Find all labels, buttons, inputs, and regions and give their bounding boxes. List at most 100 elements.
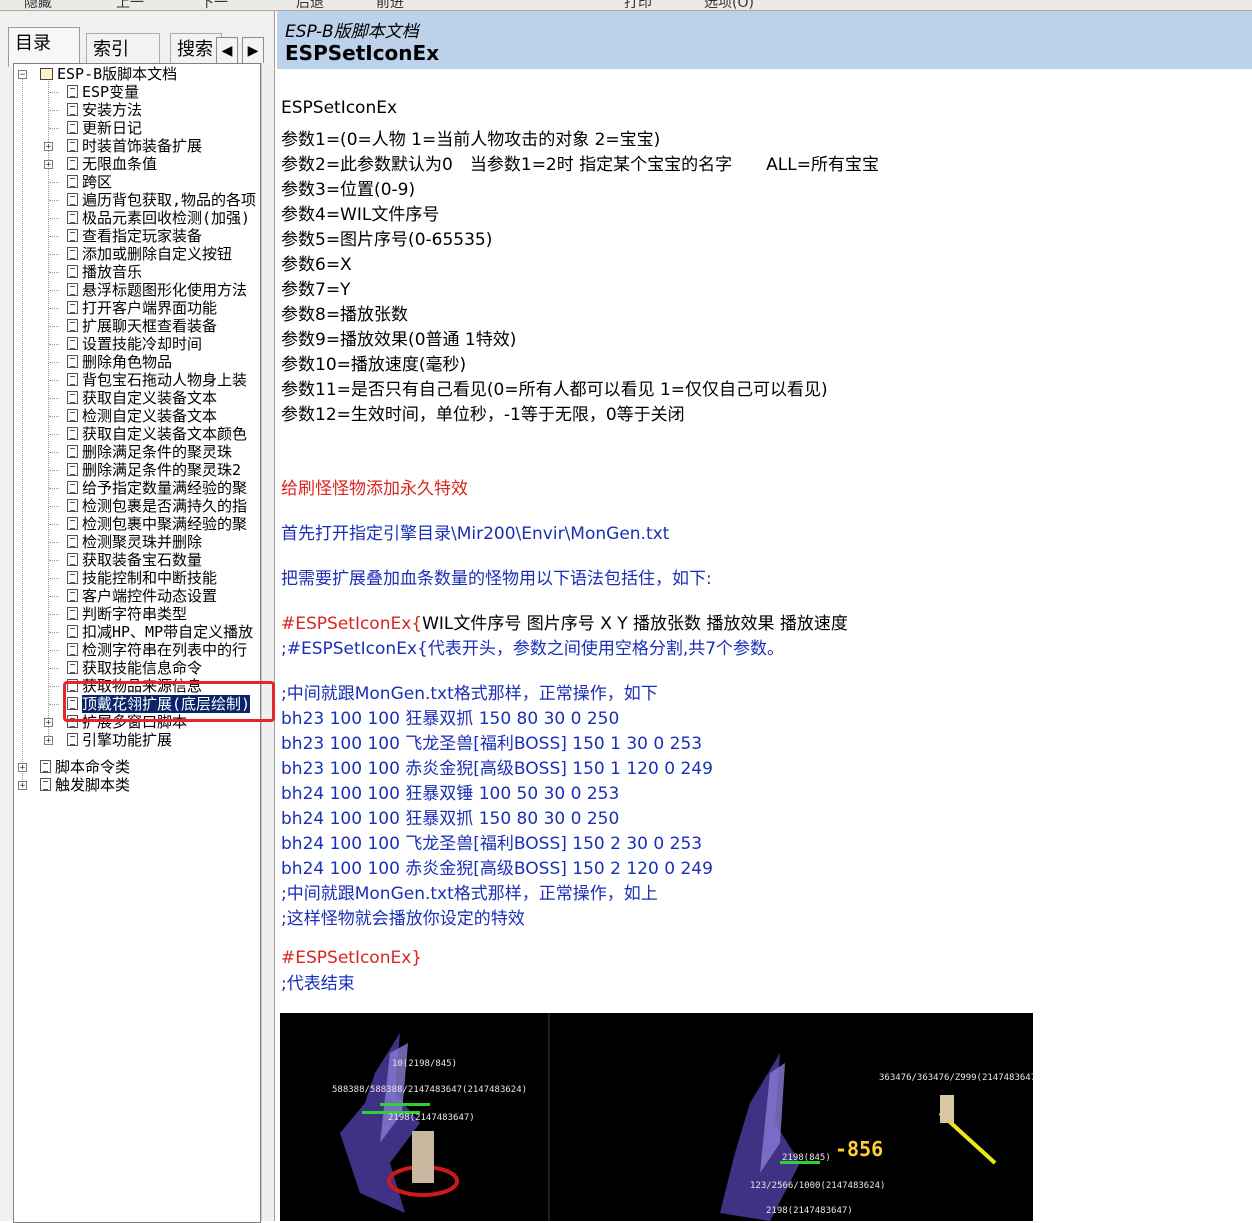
tree-scrollbar[interactable] bbox=[261, 63, 272, 1221]
tree-item[interactable]: 检测自定义装备文本 bbox=[67, 407, 217, 425]
tree-item[interactable]: 删除满足条件的聚灵珠 bbox=[67, 443, 232, 461]
tree-item[interactable]: 获取技能信息命令 bbox=[67, 659, 202, 677]
tree-item[interactable]: 获取自定义装备文本 bbox=[67, 389, 217, 407]
expand-icon[interactable]: + bbox=[44, 736, 53, 746]
tree-guide-line bbox=[49, 596, 59, 597]
tree-item[interactable]: 扩展聊天框查看装备 bbox=[67, 317, 217, 335]
tree-item-label: 获取自定义装备文本 bbox=[82, 389, 218, 407]
tree-item-label: 背包宝石拖动人物身上装 bbox=[82, 371, 248, 389]
tree-root[interactable]: ESP-B版脚本文档 bbox=[40, 65, 177, 83]
tree-item-label: 安装方法 bbox=[82, 101, 143, 119]
tree-item-label: 无限血条值 bbox=[82, 155, 158, 173]
tree-item[interactable]: 遍历背包获取,物品的各项 bbox=[67, 191, 256, 209]
left-hp-text: 588388/588388/2147483647(2147483624) bbox=[332, 1085, 528, 1095]
page-icon bbox=[67, 643, 78, 656]
syntax-open-tag: #ESPSetIconEx{ bbox=[281, 614, 423, 634]
tree-guide-line bbox=[49, 524, 59, 525]
tree-item[interactable]: 检测聚灵珠并删除 bbox=[67, 533, 202, 551]
tree-guide-line bbox=[49, 470, 59, 471]
tree-item[interactable]: 背包宝石拖动人物身上装 bbox=[67, 371, 247, 389]
page-icon bbox=[67, 535, 78, 548]
tree-item[interactable]: 设置技能冷却时间 bbox=[67, 335, 202, 353]
toolbar-next-button[interactable]: 下一 bbox=[200, 0, 228, 10]
tree-item[interactable]: 检测包裹是否满持久的指 bbox=[67, 497, 247, 515]
tab-index[interactable]: 索引(N) bbox=[86, 33, 160, 92]
tree-item[interactable]: 客户端控件动态设置 bbox=[67, 587, 217, 605]
tree-guide-line bbox=[49, 308, 59, 309]
toolbar-print-button[interactable]: 打印 bbox=[624, 0, 652, 10]
function-name: ESPSetIconEx bbox=[281, 98, 398, 118]
page-icon bbox=[67, 301, 78, 314]
tree-item[interactable]: 检测包裹中聚满经验的聚 bbox=[67, 515, 247, 533]
page-icon bbox=[67, 391, 78, 404]
page-icon bbox=[67, 265, 78, 278]
end-note: ;代表结束 bbox=[281, 974, 355, 994]
page-icon bbox=[40, 760, 51, 773]
tree-item[interactable]: ESP变量 bbox=[67, 83, 139, 101]
toolbar-hide-button[interactable]: 隐藏 bbox=[24, 0, 52, 10]
tree-item[interactable]: 时装首饰装备扩展 bbox=[67, 137, 202, 155]
expand-icon[interactable]: + bbox=[44, 142, 53, 152]
tree-item[interactable]: 极品元素回收检测(加强) bbox=[67, 209, 250, 227]
page-icon bbox=[67, 661, 78, 674]
tree-item[interactable]: 播放音乐 bbox=[67, 263, 142, 281]
tree-guide-line bbox=[49, 686, 59, 687]
tree-guide-line bbox=[48, 78, 49, 744]
tree-item-label: 播放音乐 bbox=[82, 263, 143, 281]
tab-search[interactable]: 搜索 bbox=[170, 33, 222, 65]
expand-icon[interactable]: + bbox=[18, 781, 27, 791]
tree-item[interactable]: 悬浮标题图形化使用方法 bbox=[67, 281, 247, 299]
navigation-pane: 目录(C) 索引(N) 搜索 ◀ ▶ − ESP-B版脚本文档 ESP变量安装方… bbox=[0, 11, 275, 1223]
tab-scroll-right-icon[interactable]: ▶ bbox=[242, 37, 264, 65]
tree-item-label: 打开客户端界面功能 bbox=[82, 299, 218, 317]
tree-item[interactable]: 删除角色物品 bbox=[67, 353, 172, 371]
contents-tree: − ESP-B版脚本文档 ESP变量 安装方法 更新日记 + 时装首饰装备扩展 + 无限血条… bbox=[13, 63, 261, 1223]
syntax-note: ;#ESPSetIconEx{代表开头，参数之间使用空格分割,共7个参数。 bbox=[281, 639, 785, 659]
tree-root-label: ESP-B版脚本文档 bbox=[57, 65, 178, 83]
tree-item[interactable]: 判断字符串类型 bbox=[67, 605, 187, 623]
toolbar-options-button[interactable]: 选项(O) bbox=[704, 0, 754, 10]
tree-item-script-commands[interactable]: 脚本命令类 bbox=[40, 758, 130, 776]
tree-item[interactable]: 给予指定数量满经验的聚 bbox=[67, 479, 247, 497]
expand-icon[interactable]: + bbox=[44, 718, 53, 728]
tree-item[interactable]: 安装方法 bbox=[67, 101, 142, 119]
expand-icon[interactable]: + bbox=[44, 160, 53, 170]
tree-item-label: 引擎功能扩展 bbox=[82, 731, 173, 749]
tree-item[interactable]: 引擎功能扩展 bbox=[67, 731, 172, 749]
left-level-text: 2198(2147483647) bbox=[388, 1113, 475, 1123]
tree-item[interactable]: 无限血条值 bbox=[67, 155, 157, 173]
tree-item-label: 获取装备宝石数量 bbox=[82, 551, 203, 569]
red-highlight-annotation bbox=[63, 681, 275, 722]
tree-item-trigger-scripts[interactable]: 触发脚本类 bbox=[40, 776, 130, 794]
tree-item[interactable]: 扣减HP、MP带自定义播放 bbox=[67, 623, 253, 641]
tree-item-label: 给予指定数量满经验的聚 bbox=[82, 479, 248, 497]
tree-item[interactable]: 打开客户端界面功能 bbox=[67, 299, 217, 317]
expand-icon[interactable]: + bbox=[18, 763, 27, 773]
tree-item-label: 查看指定玩家装备 bbox=[82, 227, 203, 245]
collapse-icon[interactable]: − bbox=[18, 70, 27, 80]
tree-item-label: 添加或删除自定义按钮 bbox=[82, 245, 233, 263]
tree-item[interactable]: 获取自定义装备文本颜色 bbox=[67, 425, 247, 443]
tree-guide-line bbox=[49, 416, 59, 417]
tab-contents[interactable]: 目录(C) bbox=[8, 27, 80, 86]
tree-item[interactable]: 技能控制和中断技能 bbox=[67, 569, 217, 587]
tree-item[interactable]: 添加或删除自定义按钮 bbox=[67, 245, 232, 263]
page-icon bbox=[67, 157, 78, 170]
tree-item[interactable]: 更新日记 bbox=[67, 119, 142, 137]
book-icon bbox=[40, 68, 53, 80]
toolbar-prev-button[interactable]: 上一 bbox=[116, 0, 144, 10]
tree-item[interactable]: 查看指定玩家装备 bbox=[67, 227, 202, 245]
mongen-line: bh23 100 100 赤炎金猊[高级BOSS] 150 1 120 0 24… bbox=[281, 759, 713, 779]
damage-number: -856 bbox=[835, 1137, 884, 1161]
page-icon bbox=[67, 427, 78, 440]
tab-scroll-left-icon[interactable]: ◀ bbox=[216, 37, 238, 65]
tree-item[interactable]: 检测字符串在列表中的行 bbox=[67, 641, 247, 659]
tree-item[interactable]: 跨区 bbox=[67, 173, 112, 191]
toolbar-forward-button[interactable]: 前进 bbox=[376, 0, 404, 10]
tab-search-label: 搜索 bbox=[177, 39, 213, 60]
tree-item[interactable]: 获取装备宝石数量 bbox=[67, 551, 202, 569]
tree-item[interactable]: 删除满足条件的聚灵珠2 bbox=[67, 461, 241, 479]
tree-guide-line bbox=[49, 380, 59, 381]
tree-item-label: 技能控制和中断技能 bbox=[82, 569, 218, 587]
toolbar-back-button[interactable]: 后退 bbox=[296, 0, 324, 10]
